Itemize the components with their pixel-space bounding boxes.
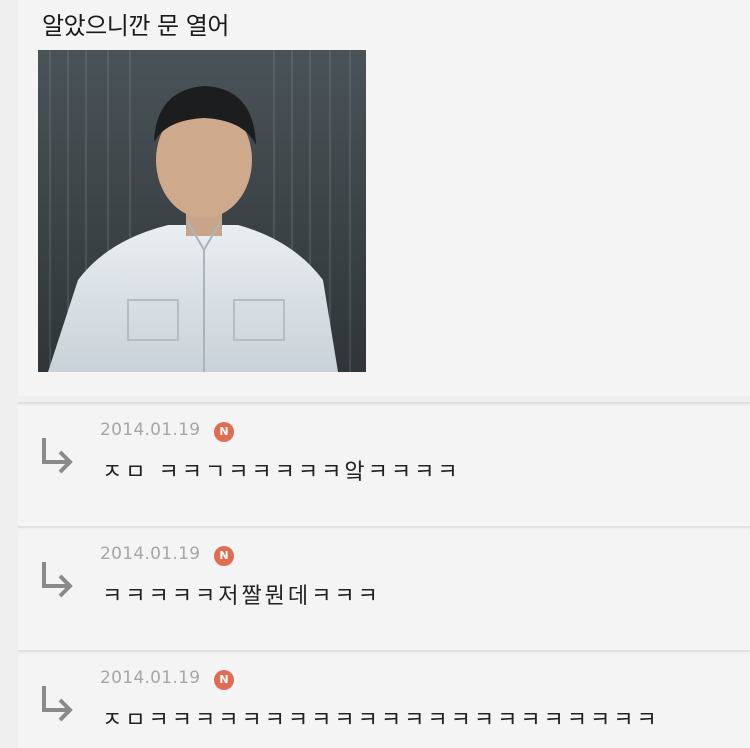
divider xyxy=(18,650,750,652)
reply-arrow-icon xyxy=(42,438,73,474)
post-card: 알았으니깐 문 열어 xyxy=(18,0,750,396)
reply-item: 2014.01.19 N ㅋㅋㅋㅋㅋ저짤뭔데ㅋㅋㅋ xyxy=(18,530,750,650)
divider xyxy=(18,402,750,404)
reply-text: ㅈㅁ ㅋㅋㄱㅋㅋㅋㅋㅋ앜ㅋㅋㅋㅋ xyxy=(102,460,461,485)
reply-item: 2014.01.19 N ㅈㅁ ㅋㅋㄱㅋㅋㅋㅋㅋ앜ㅋㅋㅋㅋ xyxy=(18,406,750,526)
divider xyxy=(18,526,750,528)
new-badge: N xyxy=(214,422,234,442)
rain-photo-icon xyxy=(38,50,366,372)
reply-date: 2014.01.19 xyxy=(100,420,201,440)
reply-date: 2014.01.19 xyxy=(100,668,201,688)
reply-item: 2014.01.19 N ㅈㅁㅋㅋㅋㅋㅋㅋㅋㅋㅋㅋㅋㅋㅋㅋㅋㅋㅋㅋㅋㅋㅋㅋ xyxy=(18,654,750,748)
reply-text: ㅋㅋㅋㅋㅋ저짤뭔데ㅋㅋㅋ xyxy=(102,584,381,609)
reply-arrow-icon xyxy=(42,562,73,598)
reply-date: 2014.01.19 xyxy=(100,544,201,564)
reply-text: ㅈㅁㅋㅋㅋㅋㅋㅋㅋㅋㅋㅋㅋㅋㅋㅋㅋㅋㅋㅋㅋㅋㅋㅋ xyxy=(102,708,660,733)
reply-arrow-icon xyxy=(42,686,73,722)
new-badge: N xyxy=(214,670,234,690)
post-photo[interactable] xyxy=(38,50,366,372)
post-text: 알았으니깐 문 열어 xyxy=(42,12,229,40)
new-badge: N xyxy=(214,546,234,566)
